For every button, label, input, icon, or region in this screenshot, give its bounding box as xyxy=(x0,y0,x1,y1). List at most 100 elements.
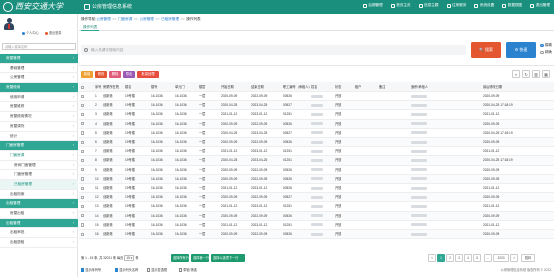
checkbox[interactable] xyxy=(81,131,85,135)
toolbar-button[interactable]: 新增 xyxy=(81,71,93,78)
checkbox[interactable] xyxy=(81,186,85,190)
table-row[interactable]: 3 创新港 19号楼 16-1036 16-1036 一层 2021-01-12 2023-0… xyxy=(79,110,554,120)
sidebar-item[interactable]: 出租档案 › xyxy=(0,190,78,200)
goto-button[interactable]: 跳转 xyxy=(521,253,535,262)
row-checkbox[interactable] xyxy=(81,221,89,230)
checkbox[interactable] xyxy=(147,268,151,272)
page-button[interactable]: 4 xyxy=(464,253,472,262)
topnav-item[interactable]: 首页主页 xyxy=(390,3,411,8)
checkbox[interactable] xyxy=(81,195,85,199)
checkbox[interactable] xyxy=(81,112,85,117)
page-button[interactable]: 5 xyxy=(473,253,481,262)
page-button[interactable]: ... xyxy=(484,253,492,262)
toolbar-button[interactable]: 修改 xyxy=(95,71,107,78)
checkbox[interactable] xyxy=(81,168,85,172)
page-button[interactable]: 3203 xyxy=(493,253,509,262)
checkbox[interactable] xyxy=(81,94,85,98)
checkbox[interactable] xyxy=(179,268,183,272)
checkbox[interactable] xyxy=(81,103,85,107)
page-button[interactable]: > xyxy=(510,253,518,262)
row-checkbox[interactable] xyxy=(81,101,89,110)
checkbox[interactable] xyxy=(115,268,119,272)
sidebar-item[interactable]: 公房管理 › xyxy=(0,73,78,84)
checkbox[interactable] xyxy=(81,223,85,227)
table-row[interactable]: 2 创新港 19号楼 16-1036 16-1036 一层 2020-04-25 2023-0… xyxy=(79,101,554,111)
sidebar-item[interactable]: 出租审批 › xyxy=(0,228,78,239)
topnav-item[interactable]: 后期管理 xyxy=(362,3,383,8)
table-row[interactable]: 13 创新港 19号楼 16-1036 16-1036 一层 2021-01-12 2023-… xyxy=(79,202,554,212)
sidebar-item[interactable]: 门面房管理 › xyxy=(0,141,78,151)
checkbox[interactable] xyxy=(81,232,85,236)
search-input[interactable]: 输入关键字搜索内容 xyxy=(81,45,466,55)
sidebar-item[interactable]: 基础管理 › xyxy=(0,64,78,74)
checkbox[interactable] xyxy=(81,204,85,209)
table-row[interactable]: 11 创新港 19号楼 16-1036 16-1036 一层 2021-01-12 2023-… xyxy=(79,184,554,194)
checkbox[interactable] xyxy=(81,122,85,126)
breadcrumb-item[interactable]: 公房管理 xyxy=(140,17,154,21)
sidebar-item[interactable]: 门面房管理 › xyxy=(0,170,78,180)
columns-icon[interactable]: ▥ xyxy=(532,70,540,78)
page-button[interactable]: < xyxy=(428,253,436,262)
table-row[interactable]: 6 创新港 19号楼 16-1036 16-1036 一层 2020-09-09 2022-0… xyxy=(79,138,554,148)
sidebar-item[interactable]: 统计 › xyxy=(0,132,78,142)
pager-action-button[interactable]: 选择所有行 xyxy=(171,253,189,262)
row-checkbox[interactable] xyxy=(81,120,89,129)
table-row[interactable]: 9 创新港 19号楼 16-1036 16-1036 一层 2020-09-09 2022-0… xyxy=(79,166,554,175)
sidebar-item[interactable]: 出租退租 › xyxy=(0,238,78,248)
checkbox[interactable] xyxy=(81,158,85,163)
sidebar-item[interactable]: 房屋使用情况 › xyxy=(0,112,78,122)
table-row[interactable]: 10 创新港 19号楼 16-1036 16-1036 一层 2020-09-09 2022-… xyxy=(79,174,554,184)
table-row[interactable]: 1 创新港 19号楼 16-1036 16-1036 一层 2020-09-09 2022-0… xyxy=(79,92,554,102)
table-row[interactable]: 4 创新港 19号楼 16-1036 16-1036 一层 2020-09-09 2022-0… xyxy=(79,119,554,129)
table-row[interactable]: 7 创新港 19号楼 16-1036 16-1036 一层 2021-01-12 2023-0… xyxy=(79,147,554,157)
sidebar-item[interactable]: 出租管理 › xyxy=(0,199,78,209)
sidebar-item[interactable]: 门面房源 › xyxy=(0,151,78,161)
grid-settings-icon[interactable]: ▦ xyxy=(542,70,550,78)
row-checkbox[interactable] xyxy=(81,156,89,165)
topnav-item[interactable]: 住房服务 xyxy=(446,3,466,8)
toolbar-button[interactable]: 批量处理 xyxy=(137,71,159,78)
sidebar-item[interactable]: 出租管理 › xyxy=(0,218,78,229)
profile-link[interactable]: 个人中心 xyxy=(22,30,39,35)
sidebar-item[interactable]: 房屋使用 › xyxy=(0,83,78,93)
search-icon[interactable]: ⌕ xyxy=(512,70,520,78)
page-size-select[interactable]: 15 ▾ xyxy=(124,255,135,261)
checkbox[interactable] xyxy=(81,268,85,272)
option-checkbox[interactable]: 显示复选框 xyxy=(147,266,167,274)
topnav-item[interactable]: 数据视图 xyxy=(502,3,522,8)
sidebar-item[interactable]: 房屋调剂 › xyxy=(0,122,78,132)
checkbox[interactable] xyxy=(81,149,85,153)
toolbar-button[interactable]: 导出 xyxy=(123,71,135,78)
checkbox[interactable] xyxy=(81,85,85,89)
select-all-checkbox[interactable] xyxy=(81,82,89,92)
row-checkbox[interactable] xyxy=(81,193,89,202)
toolbar-button[interactable]: 删除 xyxy=(109,71,121,78)
row-checkbox[interactable] xyxy=(81,184,89,193)
search-button[interactable]: 🔍 搜索 xyxy=(471,42,501,58)
row-checkbox[interactable] xyxy=(81,138,89,147)
table-row[interactable]: 5 创新港 19号楼 16-1036 16-1036 一层 2020-04-25 2023-0… xyxy=(79,129,554,138)
mode-fuzzy[interactable]: 模糊 xyxy=(540,42,552,49)
topnav-item[interactable]: 系统设置 xyxy=(474,3,494,8)
sidebar-item[interactable]: 房屋维修 › xyxy=(0,102,78,113)
breadcrumb-item[interactable]: 门面房源 xyxy=(118,17,132,21)
option-checkbox[interactable]: 带锁 筛选 xyxy=(179,266,197,274)
row-checkbox[interactable] xyxy=(81,166,89,175)
checkbox[interactable] xyxy=(81,214,85,218)
checkbox[interactable] xyxy=(81,177,85,181)
sidebar-item[interactable]: 房屋管理 › xyxy=(0,54,78,64)
option-checkbox[interactable]: 显示序列号 xyxy=(81,266,101,274)
sidebar-item[interactable]: 使用申请 › xyxy=(0,93,78,103)
mode-exact[interactable]: 精确 xyxy=(540,49,552,56)
table-row[interactable]: 16 创新港 19号楼 16-1036 16-1036 一层 2020-09-09 2022-… xyxy=(79,230,554,240)
table-row[interactable]: 15 创新港 19号楼 16-1036 16-1036 一层 2021-01-12 2023-… xyxy=(79,221,554,230)
checkbox[interactable] xyxy=(81,140,85,144)
logout-link[interactable]: 退出登录 xyxy=(44,30,62,35)
tab-operation-list[interactable]: 操作列表 xyxy=(81,24,100,31)
sidebar-item[interactable]: 已租房管理 › xyxy=(0,179,78,190)
table-row[interactable]: 14 创新港 19号楼 16-1036 16-1036 一层 2020-09-09 2022-… xyxy=(79,211,554,221)
table-row[interactable]: 8 创新港 19号楼 16-1036 16-1036 一层 2020-04-25 2023-0… xyxy=(79,156,554,166)
row-checkbox[interactable] xyxy=(81,175,89,184)
row-checkbox[interactable] xyxy=(81,147,89,156)
breadcrumb-item[interactable]: 公房管理 xyxy=(96,17,110,21)
